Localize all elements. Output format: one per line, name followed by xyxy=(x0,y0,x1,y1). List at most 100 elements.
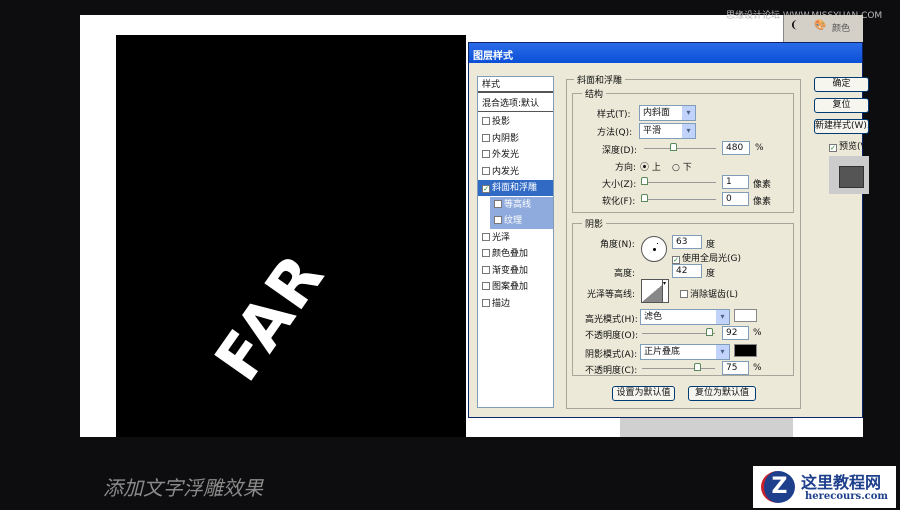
blend-options[interactable]: 混合选项:默认 xyxy=(478,96,553,112)
logo-url: herecours.com xyxy=(805,491,889,502)
size-label: 大小(Z): xyxy=(602,180,637,190)
effect-label: 颜色叠加 xyxy=(492,249,529,259)
reset-button[interactable]: 复位 xyxy=(814,98,869,113)
depth-slider[interactable] xyxy=(644,148,716,149)
checkbox-icon xyxy=(482,166,490,175)
shadow-color-swatch[interactable] xyxy=(734,344,757,357)
logo-z-icon: Z xyxy=(761,471,795,503)
checkbox-icon xyxy=(482,298,490,307)
preview-label: 预览(V) xyxy=(839,142,871,152)
dir-up-label: 上 xyxy=(651,163,661,173)
angle-label: 角度(N): xyxy=(600,240,635,250)
effect-label: 外发光 xyxy=(492,150,520,160)
effect-item[interactable]: 图案叠加 xyxy=(478,279,553,295)
effect-item[interactable]: 内发光 xyxy=(478,164,553,180)
shadow-opacity-unit: % xyxy=(753,363,762,373)
checkbox-icon xyxy=(482,133,490,142)
effect-item[interactable]: 外发光 xyxy=(478,147,553,163)
checkbox-icon xyxy=(482,249,490,257)
highlight-opacity-thumb[interactable] xyxy=(706,328,714,336)
effect-label: 等高线 xyxy=(504,199,532,210)
antialias-checkbox[interactable]: 消除锯齿(L) xyxy=(680,287,738,300)
bevel-title: 斜面和浮雕 xyxy=(574,73,626,86)
effect-item[interactable]: 等高线 xyxy=(490,196,553,213)
shadow-opacity-input[interactable]: 75 xyxy=(722,361,749,375)
effect-item[interactable]: 纹理 xyxy=(490,213,553,229)
effect-item[interactable]: ✓ 斜面和浮雕 xyxy=(478,180,553,196)
angle-input[interactable]: 63 xyxy=(672,235,702,249)
highlight-color-swatch[interactable] xyxy=(734,309,757,322)
highlight-mode-select[interactable]: 滤色 ▾ xyxy=(640,309,730,325)
technique-select[interactable]: 平滑 ▾ xyxy=(639,123,696,139)
shadow-mode-select[interactable]: 正片叠底 ▾ xyxy=(640,344,730,360)
size-input[interactable]: 1 xyxy=(722,175,749,189)
highlight-mode-value: 滤色 xyxy=(644,312,663,322)
global-light-label: 使用全局光(G) xyxy=(682,254,741,264)
effect-item[interactable]: 颜色叠加 xyxy=(478,246,553,262)
effect-label: 渐变叠加 xyxy=(492,265,529,276)
highlight-opacity-slider[interactable] xyxy=(642,333,715,334)
global-light-checkbox[interactable]: ✓ 使用全局光(G) xyxy=(672,251,741,264)
shadow-opacity-thumb[interactable] xyxy=(693,363,701,371)
highlight-mode-label: 高光模式(H): xyxy=(585,315,638,325)
effect-item[interactable]: 投影 xyxy=(478,114,553,130)
effect-item[interactable]: 渐变叠加 xyxy=(478,263,553,279)
soften-slider[interactable] xyxy=(641,199,716,200)
depth-slider-thumb[interactable] xyxy=(669,143,677,151)
style-select[interactable]: 内斜面 ▾ xyxy=(639,105,696,121)
panel-strip xyxy=(620,418,793,437)
logo-title: 这里教程网 xyxy=(801,473,882,492)
reset-default-button[interactable]: 复位为默认值 xyxy=(688,386,756,401)
direction-up-radio[interactable]: ⦿ 上 xyxy=(640,160,661,173)
effect-label: 描边 xyxy=(492,298,511,309)
effect-label: 投影 xyxy=(492,117,511,127)
checkbox-icon: ✓ xyxy=(482,185,490,193)
effect-item[interactable]: 内阴影 xyxy=(478,131,553,147)
effect-label: 斜面和浮雕 xyxy=(492,183,538,193)
soften-label: 软化(F): xyxy=(602,197,636,207)
depth-input[interactable]: 480 xyxy=(722,141,750,155)
site-logo[interactable]: Z 这里教程网 herecours.com xyxy=(753,466,896,508)
history-tab-icon[interactable]: ❨ xyxy=(790,20,798,31)
effect-item[interactable]: 描边 xyxy=(478,296,553,312)
ok-button[interactable]: 确定 xyxy=(814,77,869,92)
effect-label: 纹理 xyxy=(504,216,523,226)
size-unit: 像素 xyxy=(753,180,772,190)
effect-label: 光泽 xyxy=(492,232,511,243)
size-slider[interactable] xyxy=(641,182,716,183)
altitude-input[interactable]: 42 xyxy=(672,264,702,278)
gloss-contour-picker[interactable]: ▾ xyxy=(641,279,669,303)
effect-label: 图案叠加 xyxy=(492,282,529,292)
preview-checkbox[interactable]: ✓ 预览(V) xyxy=(829,139,870,152)
checkbox-icon xyxy=(494,216,502,224)
styles-header[interactable]: 样式 xyxy=(478,77,553,93)
soften-input[interactable]: 0 xyxy=(722,192,749,206)
panel-tabs: ❨ 🎨 颜色 xyxy=(783,15,863,42)
size-slider-thumb[interactable] xyxy=(641,177,648,185)
depth-unit: % xyxy=(755,143,764,153)
make-default-button[interactable]: 设置为默认值 xyxy=(612,386,675,401)
color-tab[interactable]: 颜色 xyxy=(832,21,850,34)
layer-style-dialog: 图层样式 样式 混合选项:默认 投影 内阴影 外发光 内发光 ✓ 斜面和浮雕 等高线 纹理 光泽… xyxy=(468,42,870,418)
dialog-title[interactable]: 图层样式 xyxy=(469,43,862,63)
highlight-opacity-input[interactable]: 92 xyxy=(722,326,749,340)
style-value: 内斜面 xyxy=(643,108,671,118)
caption: 添加文字浮雕效果 xyxy=(103,476,263,500)
new-style-button[interactable]: 新建样式(W)... xyxy=(814,119,869,134)
antialias-label: 消除锯齿(L) xyxy=(690,290,739,300)
gloss-contour-label: 光泽等高线: xyxy=(587,290,636,300)
chevron-down-icon: ▾ xyxy=(716,345,729,359)
angle-dial[interactable] xyxy=(641,236,667,262)
soften-slider-thumb[interactable] xyxy=(641,194,648,202)
direction-down-radio[interactable]: ○ 下 xyxy=(672,160,692,173)
shadow-opacity-slider[interactable] xyxy=(642,368,715,369)
depth-label: 深度(D): xyxy=(602,146,637,156)
styles-list: 样式 混合选项:默认 投影 内阴影 外发光 内发光 ✓ 斜面和浮雕 等高线 纹理 光泽 颜色叠加渐… xyxy=(477,76,554,408)
shadow-mode-label: 阴影模式(A): xyxy=(585,350,638,360)
effect-label: 内阴影 xyxy=(492,133,520,144)
technique-value: 平滑 xyxy=(643,126,662,136)
altitude-unit: 度 xyxy=(706,269,716,279)
angle-unit: 度 xyxy=(706,240,716,250)
altitude-label: 高度: xyxy=(614,269,636,279)
effect-item[interactable]: 光泽 xyxy=(478,230,553,246)
